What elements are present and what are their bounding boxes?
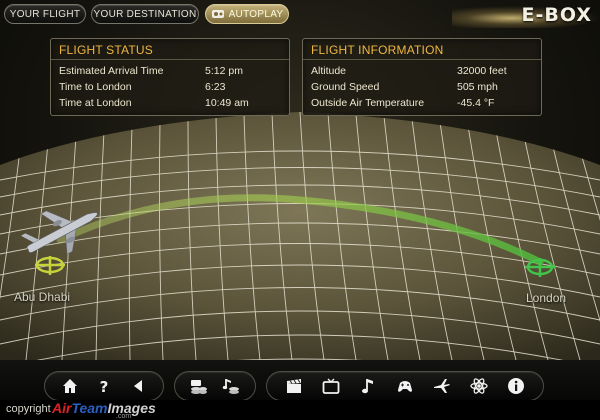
flight-map-button[interactable]: [429, 373, 455, 399]
movies-icon: [191, 380, 207, 394]
screen: YOUR FLIGHT YOUR DESTINATION AUTOPLAY E-…: [0, 0, 600, 420]
movies-button[interactable]: [186, 373, 212, 399]
panel-divider: [51, 59, 289, 60]
altitude-value: 32000 feet: [457, 65, 507, 77]
home-icon: [63, 379, 77, 393]
music-button[interactable]: [218, 373, 244, 399]
estimated-arrival-value: 5:12 pm: [205, 65, 243, 77]
panel-divider: [303, 59, 541, 60]
origin-city-label: Abu Dhabi: [14, 290, 71, 304]
clapperboard-icon: [286, 379, 301, 393]
help-button[interactable]: ?: [91, 373, 117, 399]
music-note-icon: [361, 379, 373, 394]
ground-speed-value: 505 mph: [457, 81, 498, 93]
science-button[interactable]: [466, 373, 492, 399]
nav-group-media: [174, 371, 256, 401]
watermark-logo: AirTeamImages: [52, 400, 156, 416]
tab-your-flight[interactable]: YOUR FLIGHT: [4, 4, 86, 24]
tv-icon: [322, 378, 340, 394]
altitude-label: Altitude: [311, 65, 347, 77]
tv-button[interactable]: [318, 373, 344, 399]
estimated-arrival-label: Estimated Arrival Time: [59, 65, 164, 77]
info-icon: [508, 378, 525, 394]
games-icon: [397, 381, 412, 392]
music-note-button[interactable]: [355, 373, 381, 399]
help-icon: ?: [100, 378, 109, 395]
nav-group-entertainment: [266, 371, 544, 401]
info-button[interactable]: [503, 373, 529, 399]
autoplay-icon: [211, 10, 224, 18]
destination-city-label: London: [526, 291, 567, 305]
flight-information-panel: FLIGHT INFORMATION Altitude 32000 feet G…: [302, 38, 542, 116]
watermark-domain: .com: [116, 413, 132, 420]
back-button[interactable]: [125, 373, 151, 399]
globe-surface: [0, 112, 600, 360]
logo-text: E-BOX: [521, 4, 592, 26]
time-to-london-value: 6:23: [205, 81, 226, 93]
clapperboard-button[interactable]: [281, 373, 307, 399]
footer-strip: copyright AirTeamImages .com: [0, 400, 600, 420]
tab-your-destination-label: YOUR DESTINATION: [93, 8, 197, 20]
flight-status-panel: FLIGHT STATUS Estimated Arrival Time 5:1…: [50, 38, 290, 116]
games-button[interactable]: [392, 373, 418, 399]
nav-group-main: ?: [44, 371, 164, 401]
flight-status-title: FLIGHT STATUS: [59, 43, 153, 57]
tab-your-flight-label: YOUR FLIGHT: [9, 8, 81, 20]
flight-information-title: FLIGHT INFORMATION: [311, 43, 444, 57]
ground-speed-label: Ground Speed: [311, 81, 380, 93]
home-button[interactable]: [57, 373, 83, 399]
outside-air-temperature-label: Outside Air Temperature: [311, 97, 425, 109]
tab-autoplay[interactable]: AUTOPLAY: [205, 4, 289, 24]
outside-air-temperature-value: -45.4 °F: [457, 97, 495, 109]
time-at-london-label: Time at London: [59, 97, 132, 109]
music-icon: [222, 379, 239, 394]
copyright-text: copyright: [6, 403, 51, 415]
time-to-london-label: Time to London: [59, 81, 132, 93]
flight-map-icon: [434, 379, 451, 393]
back-icon: [134, 380, 142, 392]
tab-autoplay-label: AUTOPLAY: [228, 8, 284, 20]
svg-text:?: ?: [100, 378, 109, 395]
ebox-logo: E-BOX: [452, 0, 600, 30]
tab-your-destination[interactable]: YOUR DESTINATION: [91, 4, 199, 24]
science-icon: [470, 378, 488, 394]
time-at-london-value: 10:49 am: [205, 97, 249, 109]
